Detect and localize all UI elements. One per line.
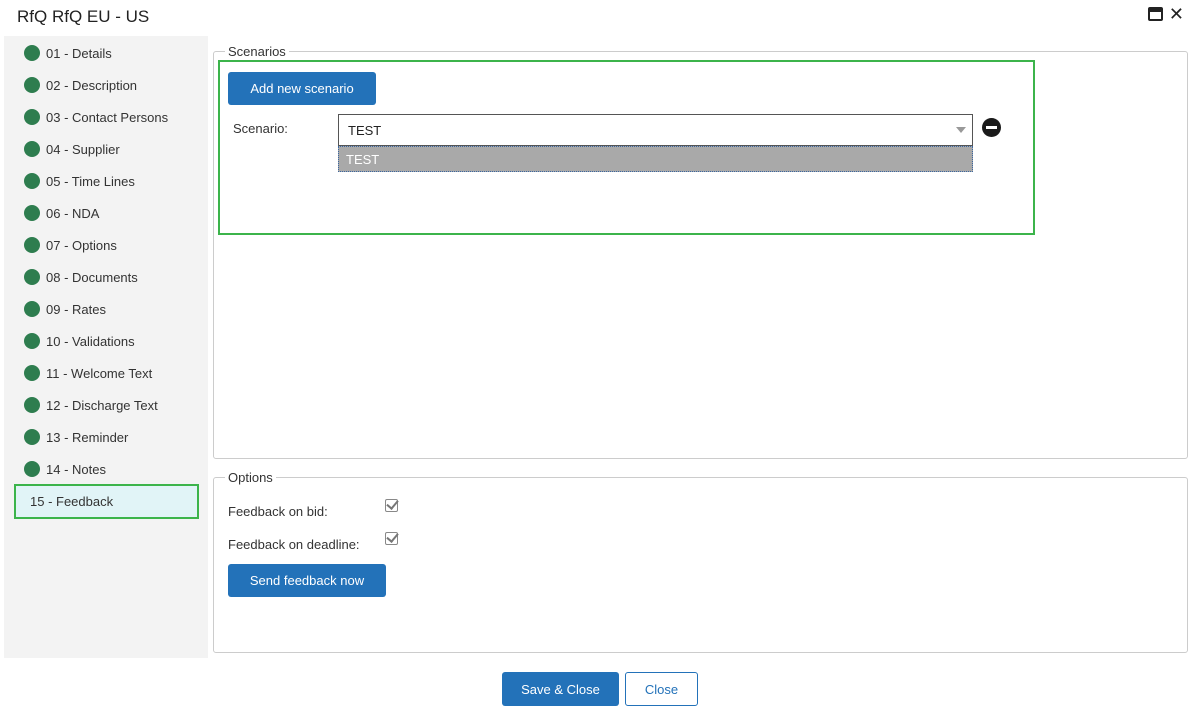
status-dot-icon [24, 173, 40, 189]
scenario-label: Scenario: [233, 121, 288, 136]
sidebar-item-label: 02 - Description [46, 77, 138, 93]
status-dot-icon [24, 461, 40, 477]
scenarios-legend: Scenarios [228, 44, 286, 59]
sidebar: 01 - Details 02 - Description 03 - Conta… [4, 36, 208, 658]
chevron-down-icon[interactable] [956, 127, 966, 133]
status-dot-icon [24, 237, 40, 253]
sidebar-item-details[interactable]: 01 - Details [4, 37, 208, 69]
status-dot-icon [24, 365, 40, 381]
sidebar-item-reminder[interactable]: 13 - Reminder [4, 421, 208, 453]
send-feedback-button[interactable]: Send feedback now [228, 564, 386, 597]
sidebar-item-options[interactable]: 07 - Options [4, 229, 208, 261]
status-dot-icon [24, 77, 40, 93]
window-controls: ✕ [1147, 5, 1184, 23]
sidebar-item-label: 09 - Rates [46, 301, 106, 317]
sidebar-item-label: 11 - Welcome Text [46, 365, 153, 381]
sidebar-item-label: 01 - Details [46, 45, 112, 61]
sidebar-item-description[interactable]: 02 - Description [4, 69, 208, 101]
sidebar-item-time-lines[interactable]: 05 - Time Lines [4, 165, 208, 197]
footer: Save & Close Close [0, 658, 1198, 711]
close-icon[interactable]: ✕ [1169, 5, 1184, 23]
sidebar-item-label: 06 - NDA [46, 205, 100, 221]
sidebar-item-label: 10 - Validations [46, 333, 135, 349]
feedback-on-bid-checkbox[interactable] [385, 499, 398, 512]
scenario-input[interactable] [339, 115, 939, 145]
feedback-on-bid-label: Feedback on bid: [228, 504, 328, 519]
remove-scenario-icon[interactable] [982, 118, 1001, 137]
sidebar-item-nda[interactable]: 06 - NDA [4, 197, 208, 229]
sidebar-item-label: 14 - Notes [46, 461, 106, 477]
status-dot-icon [24, 301, 40, 317]
sidebar-item-label: 05 - Time Lines [46, 173, 135, 189]
options-legend: Options [228, 470, 273, 485]
close-button[interactable]: Close [625, 672, 698, 706]
sidebar-item-label: 12 - Discharge Text [46, 397, 158, 413]
sidebar-item-label: 07 - Options [46, 237, 117, 253]
status-dot-icon [24, 333, 40, 349]
status-dot-icon [24, 141, 40, 157]
sidebar-item-label: 04 - Supplier [46, 141, 120, 157]
sidebar-item-welcome-text[interactable]: 11 - Welcome Text [4, 357, 208, 389]
sidebar-item-label: 03 - Contact Persons [46, 109, 169, 125]
sidebar-item-label: 13 - Reminder [46, 429, 129, 445]
scenario-combobox[interactable] [338, 114, 973, 146]
status-dot-icon [24, 429, 40, 445]
sidebar-item-label: 08 - Documents [46, 269, 138, 285]
window-title: RfQ RfQ EU - US [17, 7, 150, 26]
status-dot-icon [24, 205, 40, 221]
sidebar-item-documents[interactable]: 08 - Documents [4, 261, 208, 293]
feedback-on-deadline-label: Feedback on deadline: [228, 537, 360, 552]
sidebar-item-supplier[interactable]: 04 - Supplier [4, 133, 208, 165]
scenario-dropdown-list: TEST [338, 146, 973, 172]
title-bar: RfQ RfQ EU - US ✕ [0, 0, 1198, 34]
sidebar-item-feedback[interactable]: 15 - Feedback [14, 484, 199, 519]
sidebar-item-validations[interactable]: 10 - Validations [4, 325, 208, 357]
sidebar-item-notes[interactable]: 14 - Notes [4, 453, 208, 485]
status-dot-icon [24, 45, 40, 61]
status-dot-icon [24, 109, 40, 125]
sidebar-item-contact-persons[interactable]: 03 - Contact Persons [4, 101, 208, 133]
sidebar-item-rates[interactable]: 09 - Rates [4, 293, 208, 325]
dropdown-option[interactable]: TEST [346, 152, 379, 167]
main-content: Scenarios Add new scenario Scenario: TES… [208, 36, 1198, 658]
feedback-on-deadline-checkbox[interactable] [385, 532, 398, 545]
maximize-icon[interactable] [1147, 7, 1163, 21]
sidebar-item-discharge-text[interactable]: 12 - Discharge Text [4, 389, 208, 421]
status-dot-icon [24, 397, 40, 413]
options-group: Options [213, 470, 1188, 653]
status-dot-icon [24, 269, 40, 285]
sidebar-item-label: 15 - Feedback [30, 494, 114, 509]
save-close-button[interactable]: Save & Close [502, 672, 619, 706]
add-scenario-button[interactable]: Add new scenario [228, 72, 376, 105]
